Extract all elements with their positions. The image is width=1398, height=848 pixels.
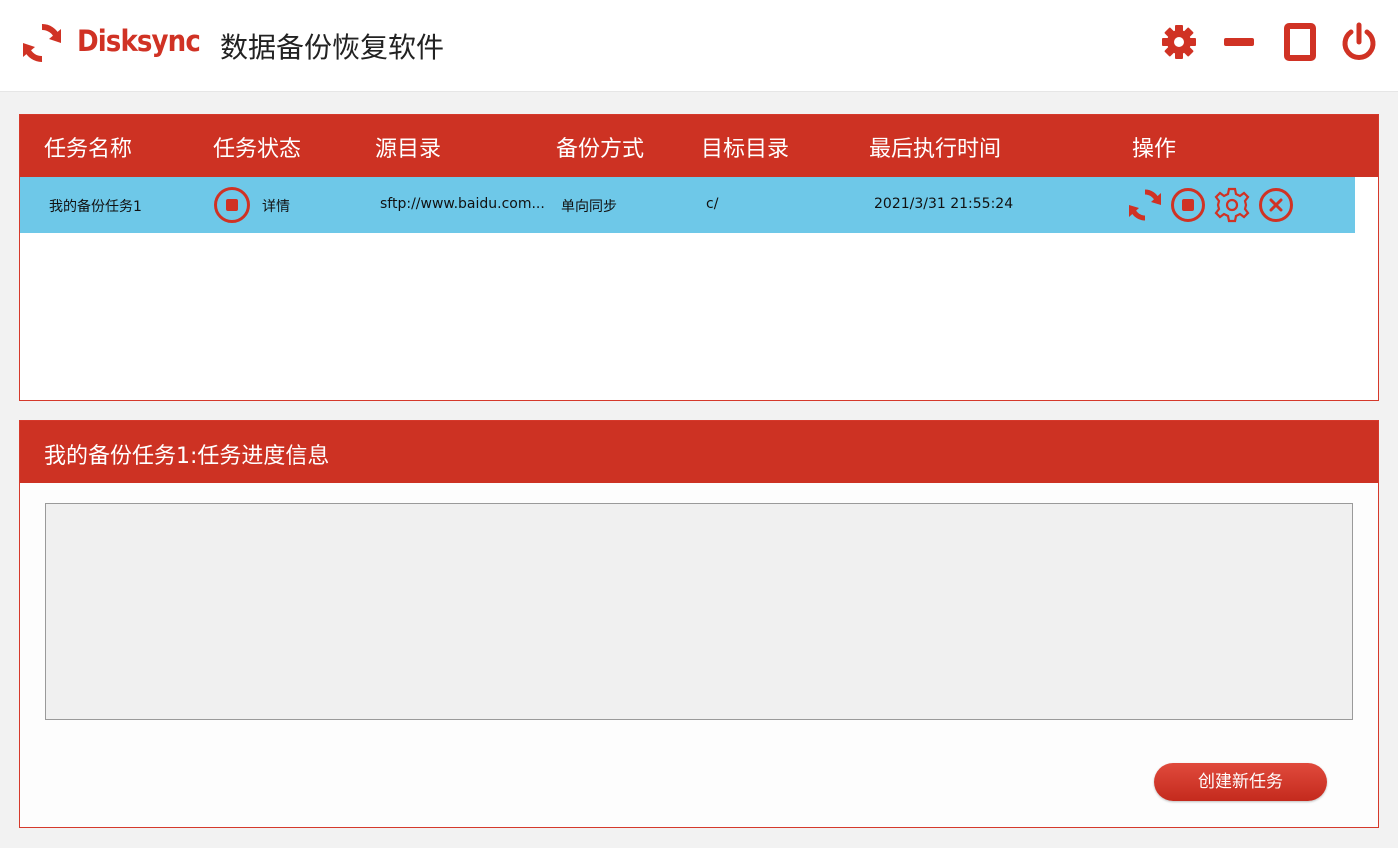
title-bar: Disksync 数据备份恢复软件 [0,0,1398,92]
brand-name: Disksync [77,24,201,58]
gear-icon [1162,25,1196,59]
progress-info-area [45,503,1353,720]
header-source-dir: 源目录 [375,137,442,162]
close-button[interactable] [1339,22,1379,62]
create-task-button[interactable]: 创建新任务 [1154,763,1327,801]
delete-icon[interactable] [1258,187,1294,223]
header-task-name: 任务名称 [44,137,133,162]
progress-header: 我的备份任务1:任务进度信息 [20,421,1378,483]
header-task-status: 任务状态 [213,137,302,162]
header-backup-method: 备份方式 [556,137,645,162]
table-row[interactable]: 我的备份任务1 详情 sftp://www.baidu.com... 单向同步 … [20,177,1355,233]
maximize-icon [1284,23,1316,61]
table-header: 任务名称 任务状态 源目录 备份方式 目标目录 最后执行时间 操作 [20,115,1378,177]
minimize-icon [1224,38,1254,46]
progress-panel: 我的备份任务1:任务进度信息 创建新任务 [19,420,1379,828]
last-run-time: 2021/3/31 21:55:24 [874,196,1014,212]
source-dir: sftp://www.baidu.com... [380,196,545,212]
sync-icon[interactable] [1127,187,1163,223]
sync-arrows-icon [23,23,61,63]
power-icon [1342,22,1376,60]
app-title: 数据备份恢复软件 [220,31,445,64]
backup-method: 单向同步 [561,199,617,215]
status-details-link[interactable]: 详情 [262,196,290,216]
task-table: 任务名称 任务状态 源目录 备份方式 目标目录 最后执行时间 操作 我的备份任务… [19,114,1379,401]
progress-title: 我的备份任务1:任务进度信息 [44,444,330,469]
maximize-button[interactable] [1280,22,1320,62]
stop-status-icon[interactable] [213,186,251,224]
header-target-dir: 目标目录 [701,137,790,162]
minimize-button[interactable] [1220,22,1260,62]
settings-button[interactable] [1159,22,1199,62]
settings-icon[interactable] [1214,187,1250,223]
header-actions: 操作 [1132,137,1177,162]
header-last-run: 最后执行时间 [869,137,1002,162]
target-dir: c/ [706,196,719,212]
task-name: 我的备份任务1 [49,199,142,215]
stop-icon[interactable] [1170,187,1206,223]
